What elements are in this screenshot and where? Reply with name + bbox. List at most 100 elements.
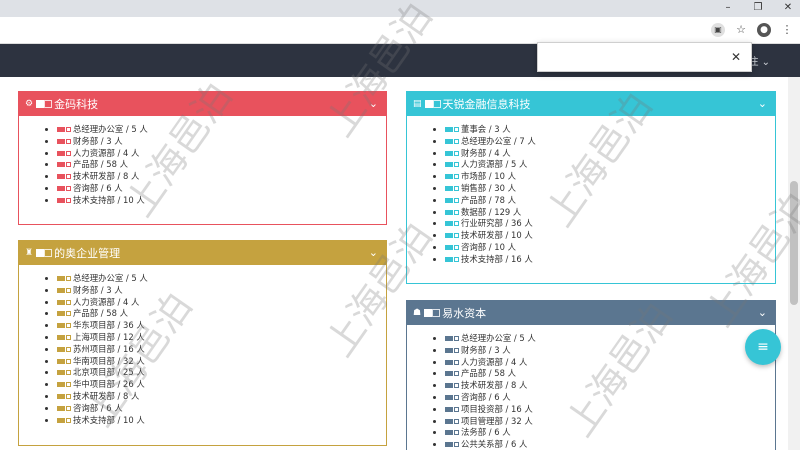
chevron-down-icon[interactable]: ⌄ xyxy=(758,97,767,110)
dept-tag-icon xyxy=(445,197,453,203)
dept-tag-icon xyxy=(445,347,453,353)
department-label: 人力资源部 / 5 人 xyxy=(461,159,528,170)
chevron-down-icon[interactable]: ⌄ xyxy=(369,97,378,110)
dept-tag-icon xyxy=(66,138,71,144)
department-label: 技术研发部 / 8 人 xyxy=(461,380,528,391)
id-card-icon: ▤ xyxy=(413,99,422,109)
logo-box-icon xyxy=(36,100,45,108)
card-header[interactable]: ♜ 的奥企业管理 ⌄ xyxy=(19,241,386,265)
department-item: 技术研发部 / 10 人 xyxy=(445,230,775,242)
dept-tag-icon xyxy=(445,418,453,424)
department-item: 数据部 / 129 人 xyxy=(445,207,775,219)
department-item: 财务部 / 3 人 xyxy=(57,136,386,148)
dept-tag-icon xyxy=(57,311,65,317)
dept-tag-icon xyxy=(445,336,453,341)
department-item: 人力资源部 / 4 人 xyxy=(57,297,386,309)
department-label: 行业研究部 / 36 人 xyxy=(461,218,533,229)
dept-tag-icon xyxy=(66,276,71,281)
dept-tag-icon xyxy=(445,209,453,215)
department-label: 项目投资部 / 16 人 xyxy=(461,403,533,414)
dept-tag-icon xyxy=(454,442,459,448)
dept-tag-icon xyxy=(57,127,65,132)
department-list: 董事会 / 3 人总经理办公室 / 7 人财务部 / 4 人人力资源部 / 5 … xyxy=(407,116,775,266)
window-controls: – ❐ ✕ xyxy=(722,1,794,15)
dept-tag-icon xyxy=(66,150,71,156)
logo-box-icon xyxy=(424,309,433,317)
department-item: 人力资源部 / 5 人 xyxy=(445,159,775,171)
department-label: 财务部 / 3 人 xyxy=(73,135,123,146)
dept-tag-icon xyxy=(57,174,65,180)
dept-tag-icon xyxy=(57,185,65,191)
dept-tag-icon xyxy=(454,233,459,239)
dept-tag-icon xyxy=(66,370,71,376)
department-item: 产品部 / 58 人 xyxy=(445,368,775,380)
card-header[interactable]: ☗ 易水资本 ⌄ xyxy=(407,301,775,325)
card-title: 易水资本 xyxy=(442,307,487,320)
chevron-down-icon[interactable]: ⌄ xyxy=(369,246,378,259)
department-item: 产品部 / 58 人 xyxy=(57,159,386,171)
department-item: 行业研究部 / 36 人 xyxy=(445,218,775,230)
close-icon[interactable]: ✕ xyxy=(731,50,741,64)
department-label: 华南项目部 / 32 人 xyxy=(73,355,145,366)
department-item: 销售部 / 30 人 xyxy=(445,183,775,195)
browser-toolbar: ▣ ☆ ● ⋮ xyxy=(0,17,800,44)
scrollbar-thumb[interactable] xyxy=(790,181,798,305)
close-window-button[interactable]: ✕ xyxy=(782,1,794,15)
department-label: 上海项目部 / 12 人 xyxy=(73,331,145,342)
dept-tag-icon xyxy=(57,358,65,364)
dept-tag-icon xyxy=(66,393,71,399)
card-header[interactable]: ▤ 天锐金融信息科技 ⌄ xyxy=(407,92,775,116)
card-header[interactable]: ⚙ 金码科技 ⌄ xyxy=(19,92,386,116)
department-label: 技术研发部 / 10 人 xyxy=(461,230,533,241)
org-card-yishui: ☗ 易水资本 ⌄ 总经理办公室 / 5 人财务部 / 3 人人力资源部 / 4 … xyxy=(406,300,776,450)
card-title: 金码科技 xyxy=(54,98,99,111)
dept-tag-icon xyxy=(454,127,459,132)
minimize-button[interactable]: – xyxy=(722,1,734,15)
logo-box-icon xyxy=(44,249,53,257)
dept-tag-icon xyxy=(445,442,453,448)
department-item: 华南项目部 / 32 人 xyxy=(57,356,386,368)
dept-tag-icon xyxy=(66,174,71,180)
browser-menu-icon[interactable]: ⋮ xyxy=(780,23,794,37)
department-label: 产品部 / 78 人 xyxy=(461,194,516,205)
department-label: 苏州项目部 / 16 人 xyxy=(73,343,145,354)
department-label: 总经理办公室 / 5 人 xyxy=(73,124,148,134)
dept-tag-icon xyxy=(454,418,459,424)
dept-tag-icon xyxy=(454,174,459,180)
dept-tag-icon xyxy=(445,221,453,227)
department-label: 法务部 / 6 人 xyxy=(461,427,511,438)
department-item: 总经理办公室 / 5 人 xyxy=(57,273,386,285)
department-list: 总经理办公室 / 5 人财务部 / 3 人人力资源部 / 4 人产品部 / 58… xyxy=(19,265,386,426)
card-title: 天锐金融信息科技 xyxy=(442,98,531,111)
department-item: 技术支持部 / 10 人 xyxy=(57,195,386,207)
department-item: 技术研发部 / 8 人 xyxy=(445,380,775,392)
extension-icon[interactable]: ▣ xyxy=(711,23,725,37)
logo-box-icon xyxy=(36,249,45,257)
dept-tag-icon xyxy=(445,430,453,436)
dept-tag-icon xyxy=(57,393,65,399)
department-item: 财务部 / 4 人 xyxy=(445,148,775,160)
department-item: 咨询部 / 10 人 xyxy=(445,242,775,254)
dept-tag-icon xyxy=(445,127,453,132)
restore-button[interactable]: ❐ xyxy=(752,1,764,15)
dept-tag-icon xyxy=(454,359,459,365)
department-item: 咨询部 / 6 人 xyxy=(445,392,775,404)
dept-tag-icon xyxy=(445,359,453,365)
department-item: 华东项目部 / 36 人 xyxy=(57,320,386,332)
chevron-down-icon[interactable]: ⌄ xyxy=(758,306,767,319)
department-label: 数据部 / 129 人 xyxy=(461,206,522,217)
dept-tag-icon xyxy=(454,244,459,250)
department-item: 苏州项目部 / 16 人 xyxy=(57,344,386,356)
dept-tag-icon xyxy=(66,405,71,411)
bookmark-star-icon[interactable]: ☆ xyxy=(734,23,748,37)
department-list: 总经理办公室 / 5 人财务部 / 3 人人力资源部 / 4 人产品部 / 58… xyxy=(19,116,386,207)
page-scrollbar[interactable] xyxy=(788,77,800,450)
dept-tag-icon xyxy=(445,174,453,180)
department-label: 咨询部 / 10 人 xyxy=(461,241,516,252)
floating-menu-button[interactable]: ≡ xyxy=(745,329,781,365)
department-label: 技术支持部 / 10 人 xyxy=(73,194,145,205)
dept-tag-icon xyxy=(66,346,71,352)
dept-tag-icon xyxy=(57,323,65,329)
profile-icon[interactable]: ● xyxy=(757,23,771,37)
popup-dialog: ✕ xyxy=(537,42,752,72)
